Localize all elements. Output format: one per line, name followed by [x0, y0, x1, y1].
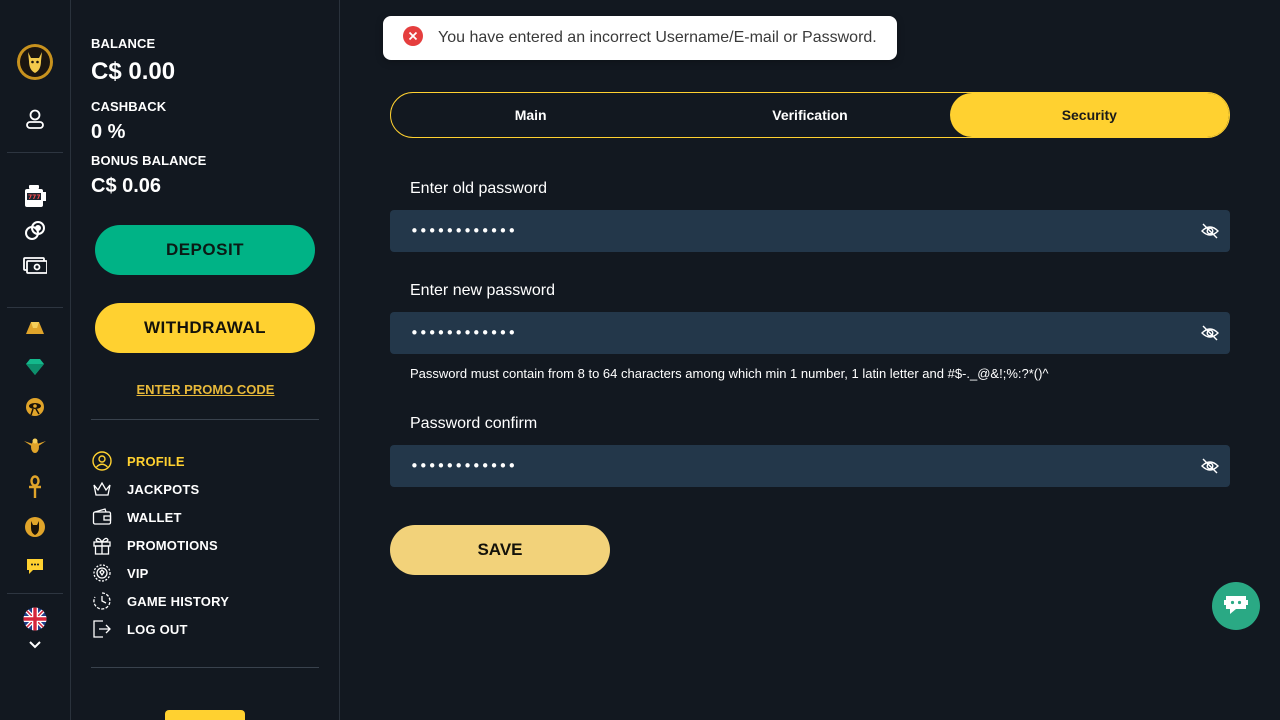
menu-item-jackpots[interactable]: JACKPOTS [91, 477, 199, 501]
save-button[interactable]: SAVE [390, 525, 610, 575]
password-hint: Password must contain from 8 to 64 chara… [410, 366, 1049, 381]
tab-verification[interactable]: Verification [670, 93, 949, 137]
tab-security[interactable]: Security [949, 93, 1229, 137]
eye-of-horus-icon[interactable] [0, 395, 70, 419]
poker-chips-icon[interactable] [0, 218, 70, 244]
menu-item-log-out[interactable]: LOG OUT [91, 617, 188, 641]
logout-icon [91, 618, 113, 640]
new-password-field [390, 312, 1230, 354]
balance-label: BALANCE [91, 36, 156, 51]
panel-divider [91, 667, 319, 668]
gold-icon[interactable] [0, 316, 70, 338]
toggle-visibility-icon[interactable] [1200, 221, 1220, 241]
scarab-icon[interactable] [0, 434, 70, 458]
settings-tabs: Main Verification Security [390, 92, 1230, 138]
slot-machine-icon[interactable]: 777 [0, 182, 70, 210]
menu-item-vip[interactable]: VIP [91, 561, 149, 585]
chevron-down-icon[interactable] [0, 636, 70, 654]
gift-icon [91, 534, 113, 556]
balance-value: C$ 0.00 [91, 58, 176, 85]
menu-item-label: JACKPOTS [127, 481, 200, 497]
new-password-input[interactable] [390, 312, 1180, 354]
bonus-balance-value: C$ 0.06 [91, 175, 162, 197]
confirm-password-field [390, 445, 1230, 487]
promo-code-link[interactable]: ENTER PROMO CODE [71, 382, 340, 397]
menu-item-promotions[interactable]: PROMOTIONS [91, 533, 218, 557]
history-icon [91, 590, 113, 612]
old-password-input[interactable] [390, 210, 1180, 252]
icon-rail: 777 [0, 0, 71, 720]
vip-wreath-icon [91, 562, 113, 584]
logo-cat-icon[interactable] [0, 42, 70, 82]
old-password-field [390, 210, 1230, 252]
toggle-visibility-icon[interactable] [1200, 323, 1220, 343]
menu-item-label: GAME HISTORY [127, 593, 230, 609]
rail-divider [7, 307, 63, 308]
menu-item-profile[interactable]: PROFILE [91, 449, 185, 473]
rail-divider [7, 152, 63, 153]
gem-icon[interactable] [0, 355, 70, 379]
menu-item-game-history[interactable]: GAME HISTORY [91, 589, 229, 613]
ankh-icon[interactable] [0, 474, 70, 500]
chat-bubble-icon[interactable] [0, 555, 70, 577]
wallet-icon [91, 506, 113, 528]
deposit-button[interactable]: DEPOSIT [95, 225, 315, 275]
cashback-label: CASHBACK [91, 99, 167, 114]
cat-icon[interactable] [0, 514, 70, 540]
new-password-label: Enter new password [410, 282, 555, 299]
menu-item-label: PROMOTIONS [127, 537, 218, 553]
bonus-balance-label: BONUS BALANCE [91, 153, 207, 168]
gold-bars-image [165, 710, 245, 720]
confirm-password-input[interactable] [390, 445, 1180, 487]
user-icon[interactable] [0, 106, 70, 132]
menu-item-label: PROFILE [127, 453, 185, 469]
cash-icon[interactable] [0, 253, 70, 277]
confirm-password-label: Password confirm [410, 415, 538, 432]
error-icon [403, 25, 423, 51]
chat-bot-icon [1223, 592, 1249, 621]
crown-icon [91, 478, 113, 500]
panel-divider [91, 419, 319, 420]
tab-main[interactable]: Main [391, 93, 670, 137]
error-message: You have entered an incorrect Username/E… [438, 29, 877, 46]
menu-item-label: LOG OUT [127, 621, 188, 637]
menu-item-label: WALLET [127, 509, 182, 525]
toggle-visibility-icon[interactable] [1200, 456, 1220, 476]
live-chat-button[interactable] [1212, 582, 1260, 630]
profile-icon [91, 450, 113, 472]
profile-panel: BALANCE C$ 0.00 CASHBACK 0 % BONUS BALAN… [71, 0, 340, 720]
cashback-value: 0 % [91, 121, 126, 143]
old-password-label: Enter old password [410, 180, 547, 197]
rail-divider [7, 593, 63, 594]
error-toast: You have entered an incorrect Username/E… [383, 16, 897, 60]
menu-item-wallet[interactable]: WALLET [91, 505, 182, 529]
menu-item-label: VIP [127, 565, 149, 581]
svg-text:777: 777 [28, 194, 41, 201]
uk-flag-icon[interactable] [0, 606, 70, 632]
withdrawal-button[interactable]: WITHDRAWAL [95, 303, 315, 353]
